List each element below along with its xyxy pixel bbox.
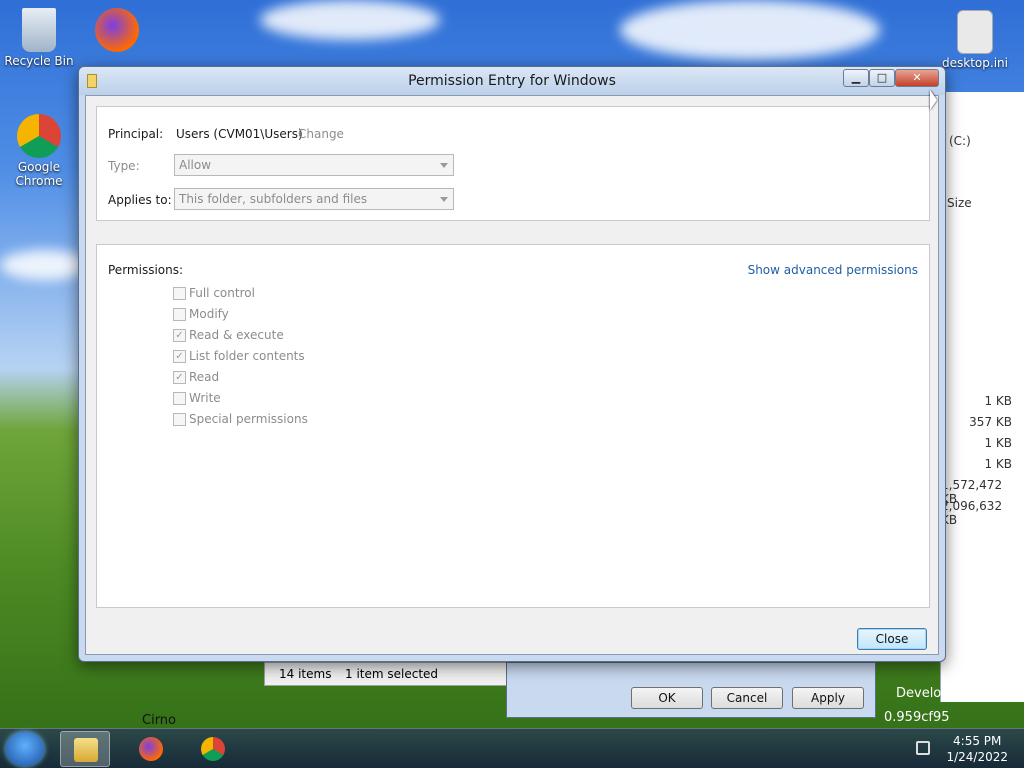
start-button[interactable] (6, 732, 44, 766)
cancel-button[interactable]: Cancel (711, 687, 783, 709)
permission-entry-dialog: Permission Entry for Windows ▁ □ ✕ Princ… (78, 66, 946, 662)
permission-label: Special permissions (189, 412, 308, 426)
desktop-icon-recycle-bin[interactable]: Recycle Bin (4, 8, 74, 68)
permissions-panel: Permissions: Show advanced permissions F… (96, 244, 930, 608)
desktop-window-label: Cirno (142, 713, 176, 728)
chrome-icon (201, 737, 225, 761)
dialog-title-bar[interactable]: Permission Entry for Windows ▁ □ ✕ (79, 67, 945, 95)
taskbar-firefox[interactable] (126, 731, 176, 767)
checkbox[interactable] (173, 308, 186, 321)
network-icon[interactable] (916, 741, 930, 755)
applies-to-value: This folder, subfolders and files (179, 192, 368, 206)
permission-label: List folder contents (189, 349, 305, 363)
mouse-cursor-icon (930, 90, 937, 110)
permission-label: Write (189, 391, 221, 405)
file-size: 2,096,632 KB (941, 499, 1003, 527)
desktop-icon-label: desktop.ini (942, 56, 1008, 70)
recycle-bin-icon (22, 8, 56, 52)
type-select-value: Allow (179, 158, 212, 172)
firefox-icon (139, 737, 163, 761)
settings-file-icon (957, 10, 993, 54)
system-clock[interactable]: 4:55 PM 1/24/2022 (946, 733, 1008, 765)
taskbar-explorer[interactable] (60, 731, 110, 767)
close-button[interactable]: Close (857, 628, 927, 650)
chrome-icon (17, 114, 61, 158)
clock-time: 4:55 PM (953, 734, 1002, 748)
taskbar-chrome[interactable] (188, 731, 238, 767)
file-size: 357 KB (969, 415, 1012, 429)
principal-value: Users (CVM01\Users) (176, 127, 303, 141)
close-window-button[interactable]: ✕ (895, 69, 939, 87)
path-fragment: (C:) (949, 134, 971, 148)
checkbox[interactable] (173, 413, 186, 426)
maximize-button[interactable]: □ (869, 69, 895, 87)
permission-label: Full control (189, 286, 255, 300)
permissions-label: Permissions: (108, 263, 184, 277)
chevron-down-icon (440, 163, 448, 168)
background-explorer-window: (C:) Size 1 KB 357 KB 1 KB 1 KB 1,572,47… (940, 92, 1024, 702)
applies-to-label: Applies to: (108, 193, 172, 207)
principal-label: Principal: (108, 127, 164, 141)
permission-label: Modify (189, 307, 229, 321)
apply-button[interactable]: Apply (792, 687, 864, 709)
type-select[interactable]: Allow (174, 154, 454, 176)
applies-to-select[interactable]: This folder, subfolders and files (174, 188, 454, 210)
status-selected-count: 1 item selected (345, 667, 439, 681)
folder-icon (74, 738, 98, 762)
principal-panel: Principal: Users (CVM01\Users) Change Ty… (96, 106, 930, 221)
desktop-icon-firefox[interactable] (82, 8, 152, 54)
dialog-body: Principal: Users (CVM01\Users) Change Ty… (85, 95, 939, 655)
dialog-title: Permission Entry for Windows (408, 73, 616, 89)
desktop-icon-label: Recycle Bin (4, 54, 74, 68)
ok-button[interactable]: OK (631, 687, 703, 709)
explorer-status-bar: 14 items 1 item selected (264, 662, 508, 686)
status-item-count: 14 items (279, 667, 332, 681)
checkbox[interactable]: ✓ (173, 350, 186, 363)
file-size: 1 KB (984, 436, 1012, 450)
desktop-icon-label: Google Chrome (15, 160, 63, 188)
file-size: 1 KB (984, 394, 1012, 408)
developer-preview-text: Developer Previe (896, 686, 1007, 701)
chevron-down-icon (440, 197, 448, 202)
desktop-icon-chrome[interactable]: Google Chrome (4, 114, 74, 188)
firefox-icon (95, 8, 139, 52)
properties-dialog: OK Cancel Apply (506, 662, 876, 718)
show-advanced-permissions-link[interactable]: Show advanced permissions (748, 263, 918, 277)
size-column-header[interactable]: Size (947, 196, 972, 210)
checkbox[interactable]: ✓ (173, 371, 186, 384)
taskbar: 4:55 PM 1/24/2022 (0, 728, 1024, 768)
checkbox[interactable]: ✓ (173, 329, 186, 342)
type-label: Type: (108, 159, 140, 173)
checkbox[interactable] (173, 392, 186, 405)
checkbox[interactable] (173, 287, 186, 300)
desktop-icon-desktop-ini[interactable]: desktop.ini (940, 10, 1010, 70)
file-size: 1 KB (984, 457, 1012, 471)
permission-label: Read (189, 370, 220, 384)
build-hash-text: 0.959cf95 (884, 710, 950, 725)
change-principal-link[interactable]: Change (298, 127, 344, 141)
minimize-button[interactable]: ▁ (843, 69, 869, 87)
permission-label: Read & execute (189, 328, 284, 342)
clock-date: 1/24/2022 (946, 750, 1008, 764)
